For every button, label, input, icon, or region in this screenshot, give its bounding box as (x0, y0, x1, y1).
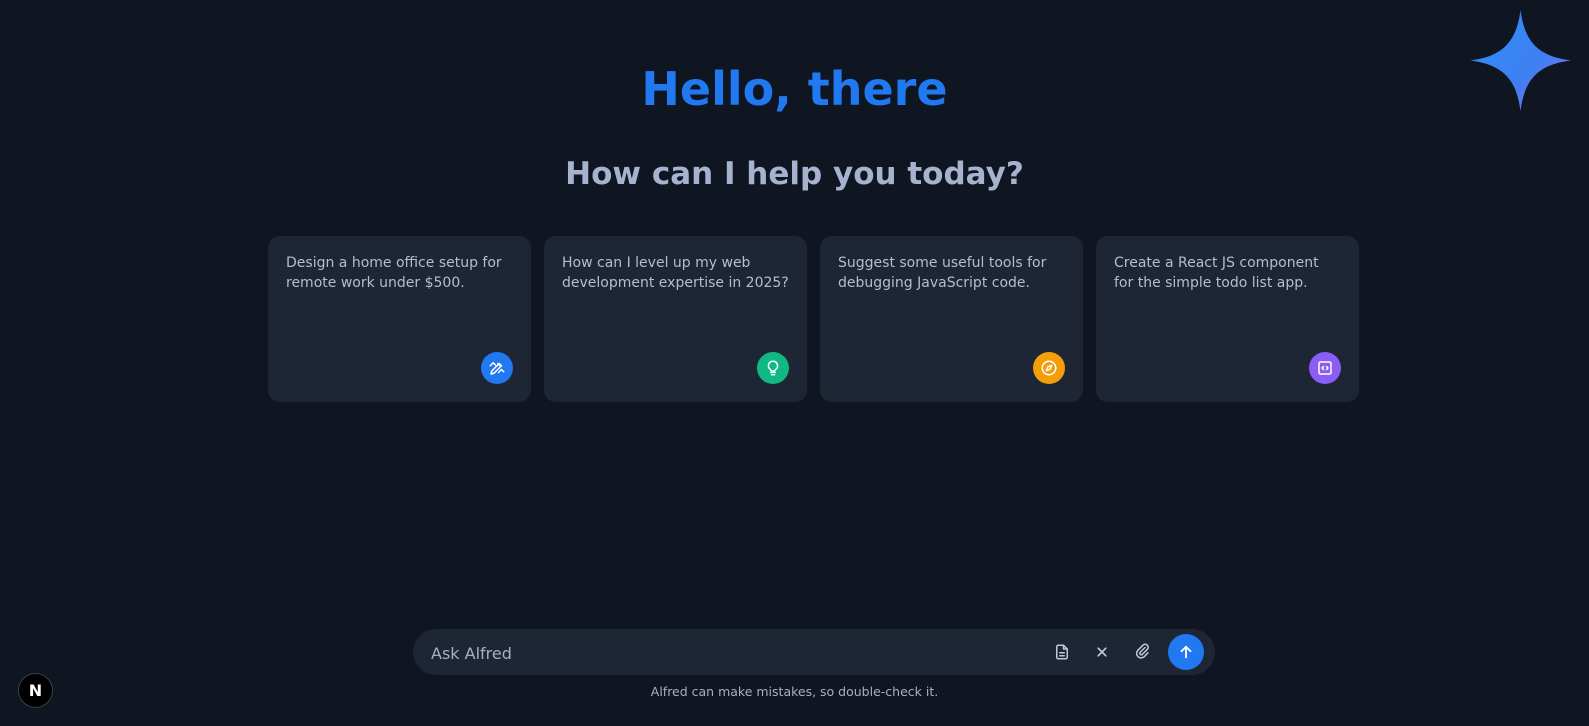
suggestion-text: Design a home office setup for remote wo… (286, 255, 502, 291)
document-icon[interactable] (1050, 640, 1074, 664)
disclaimer-text: Alfred can make mistakes, so double-chec… (650, 684, 939, 699)
suggestion-card-web-dev[interactable]: How can I level up my web development ex… (544, 236, 807, 402)
suggestion-card-react-todo[interactable]: Create a React JS component for the simp… (1096, 236, 1359, 402)
code-icon (1309, 352, 1341, 384)
chat-input-bar (413, 629, 1215, 677)
help-subtitle: How can I help you today? (565, 156, 1024, 192)
paperclip-icon[interactable] (1130, 640, 1154, 664)
compass-icon (1033, 352, 1065, 384)
suggestion-text: Suggest some useful tools for debugging … (838, 255, 1047, 291)
arrow-up-icon (1180, 645, 1192, 659)
pen-ruler-icon (481, 352, 513, 384)
greeting-title: Hello, there (641, 62, 948, 116)
close-icon[interactable] (1090, 640, 1114, 664)
send-button[interactable] (1168, 634, 1204, 670)
suggestion-card-home-office[interactable]: Design a home office setup for remote wo… (268, 236, 531, 402)
chat-home-page: Hello, there How can I help you today? D… (0, 0, 1589, 726)
suggestion-text: How can I level up my web development ex… (562, 255, 789, 291)
suggestion-cards: Design a home office setup for remote wo… (268, 236, 1361, 402)
lightbulb-icon (757, 352, 789, 384)
badge-letter: N (28, 681, 43, 700)
n-logo-badge[interactable]: N (18, 673, 53, 708)
suggestion-text: Create a React JS component for the simp… (1114, 255, 1319, 291)
ask-input[interactable] (429, 629, 1033, 677)
suggestion-card-debug-tools[interactable]: Suggest some useful tools for debugging … (820, 236, 1083, 402)
